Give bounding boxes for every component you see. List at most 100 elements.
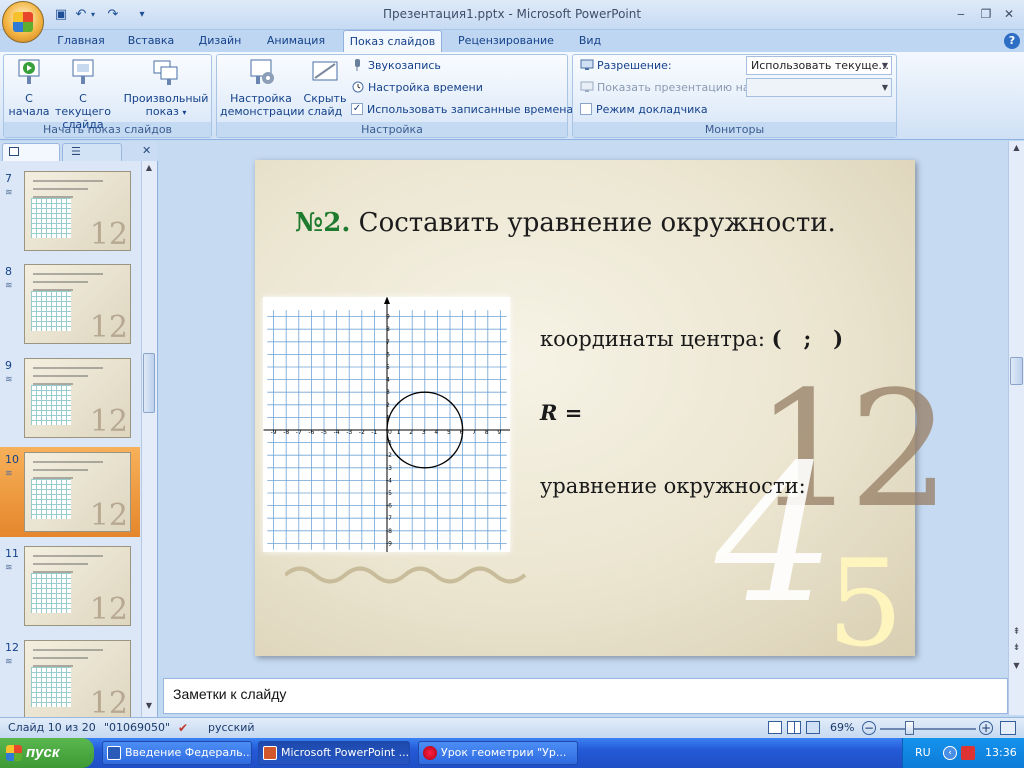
from-current-slide-button[interactable]: С текущего слайда xyxy=(52,58,114,131)
btn-label: слайда xyxy=(62,118,104,131)
powerpoint-icon xyxy=(263,746,277,760)
tab-review[interactable]: Рецензирование xyxy=(451,30,561,52)
tab-view[interactable]: Вид xyxy=(570,30,610,52)
coordinate-grid-image[interactable]: -9 -8 -7 -6 -5 -4 -3 -2 -1 0 1 2 3 4 5 6 7 8 9 9 8 7 6 5 4 3 2 1 -1-… xyxy=(263,296,519,554)
monitor-icon xyxy=(580,59,594,71)
zoom-slider[interactable] xyxy=(880,728,976,730)
language[interactable]: русский xyxy=(208,718,255,738)
scroll-thumb[interactable] xyxy=(1010,357,1023,385)
use-timings-checkbox[interactable]: ✓ Использовать записанные времена xyxy=(351,101,573,119)
restore-button[interactable]: ❐ xyxy=(975,6,997,23)
outline-tab[interactable]: ☰ xyxy=(62,143,122,161)
radius-text[interactable]: R = xyxy=(540,400,582,425)
slide-thumbnail[interactable]: 12 ≋ 12 xyxy=(0,635,140,725)
btn-label: Произвольный xyxy=(123,92,209,105)
x-tick-label: 2 xyxy=(409,429,413,436)
start-button[interactable]: пуск xyxy=(0,738,94,768)
tab-animation[interactable]: Анимация xyxy=(258,30,334,52)
zoom-level[interactable]: 69% xyxy=(830,718,854,738)
taskbar-item-powerpoint[interactable]: Microsoft PowerPoint ... xyxy=(258,741,410,765)
thumbnail-text-line xyxy=(33,563,88,565)
slide-thumbnail[interactable]: 9 ≋ 12 xyxy=(0,353,140,443)
slide-scrollbar[interactable]: ▲ ⇞ ⇟ ▼ xyxy=(1008,141,1024,715)
thumbnail-grid xyxy=(31,198,71,238)
slide-thumbnail[interactable]: 7 ≋ 12 xyxy=(0,166,140,256)
taskbar-item-word[interactable]: Введение Федераль... xyxy=(102,741,252,765)
close-button[interactable]: ✕ xyxy=(998,6,1020,23)
scroll-up-icon[interactable]: ▲ xyxy=(1010,143,1023,155)
tab-slide-show[interactable]: Показ слайдов xyxy=(343,30,442,53)
from-beginning-button[interactable]: С начала xyxy=(6,58,52,118)
tab-design[interactable]: Дизайн xyxy=(191,30,249,52)
custom-show-button[interactable]: Произвольный показ ▾ xyxy=(122,58,210,119)
slide-thumbnail[interactable]: 8 ≋ 12 xyxy=(0,259,140,349)
slideshow-view-icon[interactable] xyxy=(806,721,820,734)
record-narration-button[interactable]: Звукозапись xyxy=(351,57,441,75)
center-value: ( ; ) xyxy=(771,326,844,351)
slide-thumbnail[interactable]: 10 ≋ 12 xyxy=(0,447,140,537)
minimize-button[interactable]: ‒ xyxy=(950,6,972,23)
slide-title[interactable]: №2. Составить уравнение окружности. xyxy=(295,208,836,238)
y-tick-label: -6 xyxy=(386,503,392,510)
slide-sorter-icon[interactable] xyxy=(787,721,801,734)
show-on-dropdown[interactable]: ▼ xyxy=(746,78,892,97)
scroll-up-icon[interactable]: ▲ xyxy=(143,163,155,175)
radius-equals: = xyxy=(564,400,583,425)
circle-equation-text[interactable]: уравнение окружности: xyxy=(540,474,806,498)
taskbar-item-browser[interactable]: Урок геометрии "Ур... xyxy=(418,741,578,765)
normal-view-icon[interactable] xyxy=(768,721,782,734)
equation-label: уравнение окружности: xyxy=(540,474,806,498)
transition-icon: ≋ xyxy=(5,469,13,479)
slide-thumbnail[interactable]: 11 ≋ 12 xyxy=(0,541,140,631)
scroll-down-icon[interactable]: ▼ xyxy=(1010,661,1023,673)
tray-arrow-icon[interactable]: ‹ xyxy=(943,746,957,760)
y-axis-arrow xyxy=(384,296,390,304)
monitor-icon xyxy=(580,81,594,93)
next-slide-icon[interactable]: ⇟ xyxy=(1010,643,1023,657)
zoom-out-icon[interactable]: − xyxy=(862,721,876,735)
prev-slide-icon[interactable]: ⇞ xyxy=(1010,627,1023,641)
panel-tabs: ☰ ✕ xyxy=(0,141,158,161)
thumbnails-scrollbar[interactable]: ▲ ▼ xyxy=(141,161,157,717)
y-tick-label: 2 xyxy=(386,402,390,409)
dropdown-arrow-icon: ▼ xyxy=(881,61,888,70)
zoom-in-icon[interactable]: + xyxy=(979,721,993,735)
antivirus-icon[interactable] xyxy=(961,746,975,760)
center-coordinates-text[interactable]: координаты центра: ( ; ) xyxy=(540,326,843,351)
thumbnail-decor-number: 12 xyxy=(89,592,128,626)
wave-decoration xyxy=(285,566,527,584)
group-label: Настройка xyxy=(217,122,567,137)
tab-home[interactable]: Главная xyxy=(52,30,110,52)
spellcheck-icon[interactable]: ✔ xyxy=(178,721,192,735)
slides-tab[interactable] xyxy=(2,143,60,161)
zoom-slider-thumb[interactable] xyxy=(905,721,914,735)
notes-placeholder: Заметки к слайду xyxy=(173,686,287,702)
presenter-view-checkbox[interactable]: Режим докладчика xyxy=(580,101,708,119)
setup-show-button[interactable]: Настройка демонстрации xyxy=(220,58,305,118)
thumbnail-grid xyxy=(31,385,71,425)
windows-logo-icon xyxy=(6,745,22,761)
slide-canvas[interactable]: 1 2 4 5 №2. Составить уравнение окружност… xyxy=(255,160,951,665)
transition-icon: ≋ xyxy=(5,281,13,291)
scroll-down-icon[interactable]: ▼ xyxy=(143,701,155,713)
checkbox-checked-icon: ✓ xyxy=(351,103,363,115)
x-tick-label: -1 xyxy=(371,429,377,436)
help-icon[interactable]: ? xyxy=(1004,33,1020,49)
office-logo-icon xyxy=(13,12,33,32)
x-tick-label: -3 xyxy=(346,429,352,436)
btn-label: С xyxy=(25,92,33,105)
microphone-icon xyxy=(351,59,365,71)
notes-pane[interactable]: Заметки к слайду xyxy=(163,678,1008,714)
office-button[interactable] xyxy=(2,1,44,43)
fit-slide-icon[interactable] xyxy=(1000,721,1016,735)
projector-play-icon xyxy=(14,58,44,88)
hide-slide-button[interactable]: Скрыть слайд xyxy=(302,58,348,118)
y-tick-label: -8 xyxy=(386,528,392,535)
language-indicator[interactable]: RU xyxy=(915,738,931,768)
rehearse-timings-button[interactable]: Настройка времени xyxy=(351,79,483,97)
tab-insert[interactable]: Вставка xyxy=(120,30,182,52)
close-panel-icon[interactable]: ✕ xyxy=(142,144,151,157)
resolution-dropdown[interactable]: Использовать текуще... ▼ xyxy=(746,56,892,75)
thumbnail-text-line xyxy=(33,367,103,369)
scroll-thumb[interactable] xyxy=(143,353,155,413)
